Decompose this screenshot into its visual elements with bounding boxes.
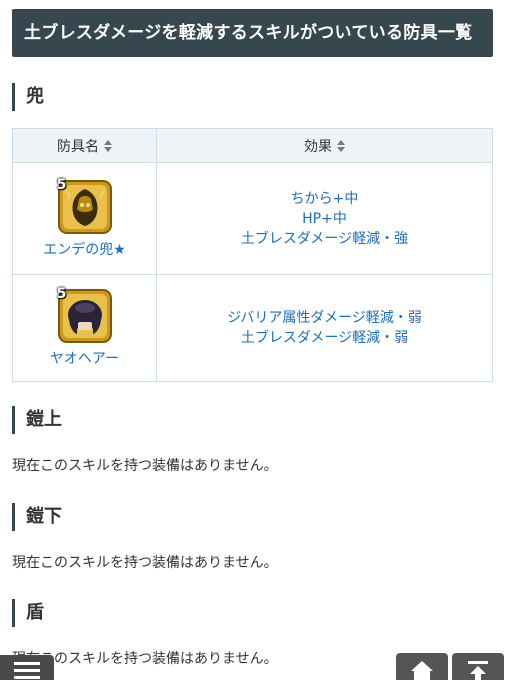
effect-line[interactable]: 土ブレスダメージ軽減・弱 (241, 328, 408, 348)
page-title: 土ブレスダメージを軽減するスキルがついている防具一覧 (12, 9, 493, 57)
table-header-row: 防具名 効果 (13, 129, 492, 163)
sort-icon[interactable] (337, 139, 345, 152)
column-header-effect[interactable]: 効果 (157, 129, 492, 162)
rarity-badge: 5 (56, 286, 67, 302)
effect-line[interactable]: ちから+中 (291, 189, 359, 209)
scroll-to-top-icon[interactable] (452, 653, 504, 680)
dark-hair-icon[interactable]: 5 (57, 286, 113, 344)
home-icon[interactable] (396, 653, 448, 680)
armor-name-cell: 5 エンデの兜★ (13, 163, 157, 274)
column-header-name-label: 防具名 (57, 138, 99, 155)
table-row: 5 ヤオヘアー ジバリア属性ダメージ軽減・弱 土ブレスダメージ軽減・弱 (13, 275, 492, 381)
section-heading-yoroi-shita: 鎧下 (12, 503, 62, 531)
section-heading-kabuto: 兜 (12, 83, 44, 111)
empty-note: 現在このスキルを持つ装備はありません。 (12, 458, 278, 474)
armor-effect-cell: ちから+中 HP+中 土ブレスダメージ軽減・強 (157, 163, 492, 274)
column-header-effect-label: 効果 (304, 138, 332, 155)
rarity-badge: 5 (56, 176, 67, 193)
column-header-name[interactable]: 防具名 (13, 129, 157, 162)
armor-name-link[interactable]: ヤオヘアー (50, 348, 119, 368)
sort-icon[interactable] (104, 139, 112, 152)
effect-line[interactable]: 土ブレスダメージ軽減・強 (241, 229, 408, 249)
effect-line[interactable]: ジバリア属性ダメージ軽減・弱 (227, 308, 421, 328)
armor-name-cell: 5 ヤオヘアー (13, 275, 157, 381)
effect-line[interactable]: HP+中 (302, 209, 347, 229)
armor-effect-cell: ジバリア属性ダメージ軽減・弱 土ブレスダメージ軽減・弱 (157, 275, 492, 381)
section-heading-tate: 盾 (12, 599, 44, 627)
armor-table: 防具名 効果 5 エンデの兜★ ちから+中 HP+中 土ブレスダメージ軽減・強 … (12, 128, 493, 382)
table-row: 5 エンデの兜★ ちから+中 HP+中 土ブレスダメージ軽減・強 (13, 163, 492, 275)
armor-name-link[interactable]: エンデの兜★ (43, 239, 126, 259)
hamburger-menu-icon[interactable] (0, 655, 54, 680)
section-heading-yoroi-ue: 鎧上 (12, 406, 62, 434)
golden-helmet-icon[interactable]: 5 (57, 177, 113, 235)
empty-note: 現在このスキルを持つ装備はありません。 (12, 555, 278, 571)
